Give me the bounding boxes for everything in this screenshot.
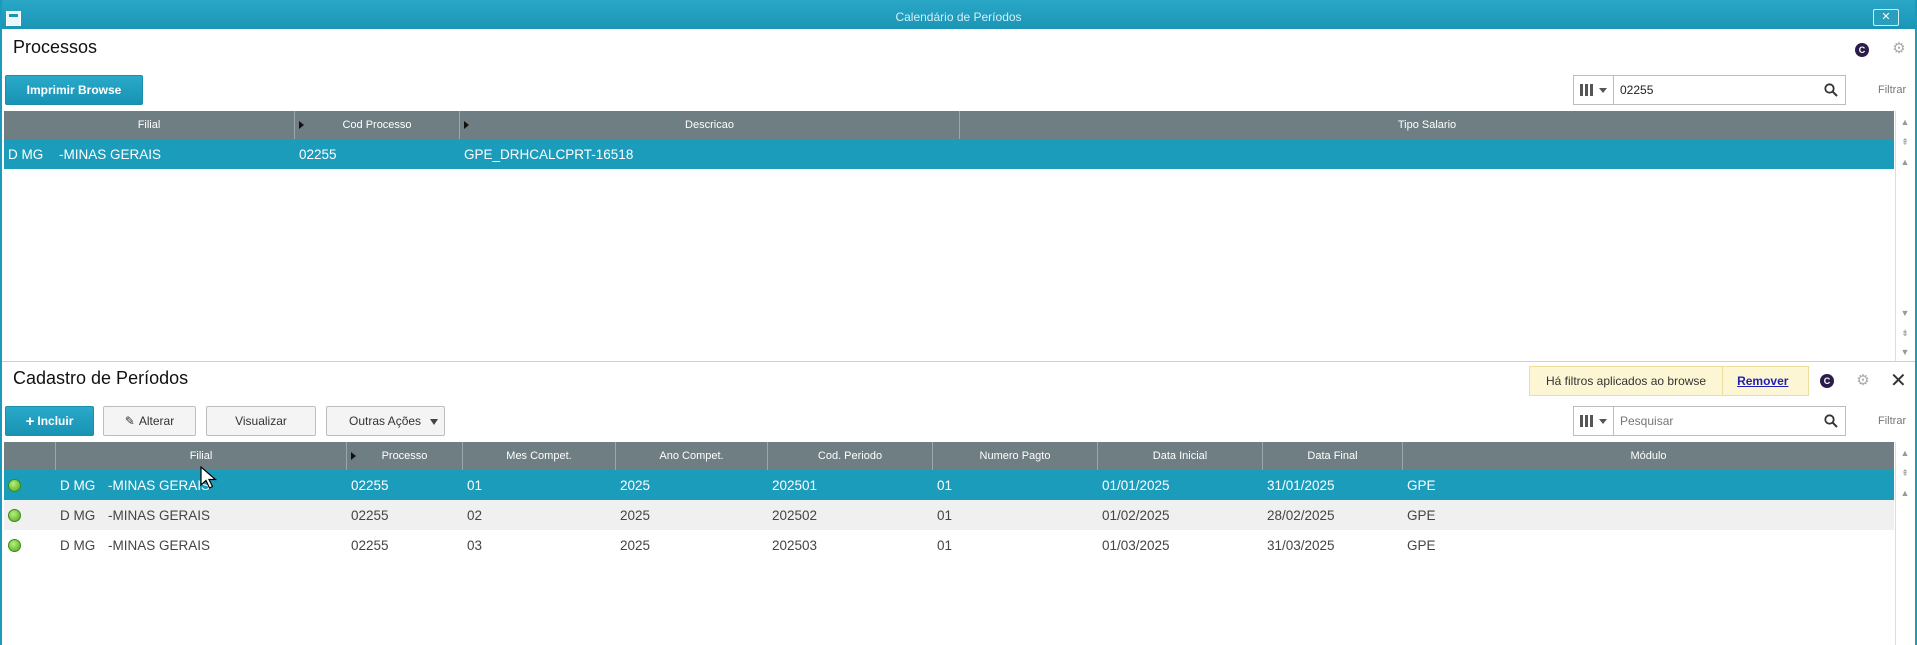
gear-icon[interactable]: ⚙ bbox=[1891, 41, 1907, 57]
col-data-final[interactable]: Data Final bbox=[1263, 442, 1403, 470]
col-tipo-salario[interactable]: Tipo Salario bbox=[960, 111, 1894, 139]
visualizar-button[interactable]: Visualizar bbox=[206, 406, 316, 436]
status-green-icon bbox=[8, 478, 21, 492]
incluir-button[interactable]: + Incluir bbox=[5, 406, 94, 436]
col-ano-compet[interactable]: Ano Compet. bbox=[616, 442, 768, 470]
processos-filtrar-link[interactable]: Filtrar bbox=[1878, 84, 1906, 96]
table-row[interactable]: D MG -MINAS GERAIS 02255 02 2025 202502 … bbox=[4, 500, 1894, 530]
col-filial[interactable]: Filial bbox=[4, 111, 295, 139]
scroll-top-icon[interactable]: ▲ bbox=[1896, 444, 1914, 462]
periodos-filtrar-link[interactable]: Filtrar bbox=[1878, 415, 1906, 427]
scroll-page-up-icon[interactable]: ⇞ bbox=[1896, 464, 1914, 482]
processos-scrollbar[interactable]: ▲ ⇞ ▲ ▼ ⇟ ▼ bbox=[1895, 111, 1913, 361]
periodos-search-input[interactable] bbox=[1614, 408, 1817, 434]
col-descricao[interactable]: Descricao bbox=[460, 111, 960, 139]
periodos-search bbox=[1573, 406, 1846, 436]
c-icon[interactable]: C bbox=[1855, 43, 1869, 57]
remover-link[interactable]: Remover bbox=[1722, 367, 1802, 395]
pencil-icon: ✎ bbox=[124, 414, 135, 428]
window-title: Calendário de Períodos bbox=[895, 10, 1022, 24]
mouse-cursor-icon bbox=[200, 466, 218, 489]
col-cod-processo[interactable]: Cod Processo bbox=[295, 111, 460, 139]
col-cod-periodo[interactable]: Cod. Periodo bbox=[768, 442, 933, 470]
table-row[interactable]: D MG -MINAS GERAIS 02255 01 2025 202501 … bbox=[4, 470, 1894, 500]
close-icon[interactable]: ✕ bbox=[1890, 371, 1907, 391]
scroll-page-up-icon[interactable]: ⇞ bbox=[1896, 133, 1914, 151]
scroll-up-icon[interactable]: ▲ bbox=[1896, 484, 1914, 502]
scroll-up-icon[interactable]: ▲ bbox=[1896, 153, 1914, 171]
columns-selector-icon[interactable] bbox=[1574, 76, 1614, 104]
scroll-down-icon[interactable]: ▼ bbox=[1896, 304, 1914, 322]
periodos-grid-header: Filial Processo Mes Compet. Ano Compet. … bbox=[4, 442, 1894, 470]
scroll-page-down-icon[interactable]: ⇟ bbox=[1896, 324, 1914, 342]
search-icon[interactable] bbox=[1817, 407, 1845, 435]
status-green-icon bbox=[8, 508, 21, 522]
col-status[interactable] bbox=[4, 442, 56, 470]
processos-grid-header: Filial Cod Processo Descricao Tipo Salar… bbox=[4, 111, 1894, 139]
table-row[interactable]: D MG -MINAS GERAIS 02255 GPE_DRHCALCPRT-… bbox=[4, 139, 1894, 169]
status-green-icon bbox=[8, 538, 21, 552]
plus-icon: + bbox=[25, 412, 35, 430]
table-row[interactable]: D MG -MINAS GERAIS 02255 03 2025 202503 … bbox=[4, 530, 1894, 560]
scroll-bottom-icon[interactable]: ▼ bbox=[1896, 343, 1914, 361]
outras-acoes-button[interactable]: Outras Ações bbox=[326, 406, 445, 436]
search-icon[interactable] bbox=[1817, 76, 1845, 104]
gear-icon[interactable]: ⚙ bbox=[1855, 373, 1871, 389]
processos-search-input[interactable] bbox=[1614, 77, 1817, 103]
periodos-grid: Filial Processo Mes Compet. Ano Compet. … bbox=[4, 442, 1894, 645]
app-window: Calendário de Períodos ✕ Processos C ⚙ I… bbox=[0, 0, 1917, 645]
imprimir-browse-button[interactable]: Imprimir Browse bbox=[5, 75, 143, 105]
alterar-button[interactable]: ✎ Alterar bbox=[103, 406, 196, 436]
filter-banner: Há filtros aplicados ao browse Remover bbox=[1529, 366, 1809, 396]
chevron-down-icon bbox=[430, 419, 438, 425]
col-modulo[interactable]: Módulo bbox=[1403, 442, 1894, 470]
periodos-title: Cadastro de Períodos bbox=[13, 368, 189, 388]
col-numero-pagto[interactable]: Numero Pagto bbox=[933, 442, 1098, 470]
title-bar: Calendário de Períodos ✕ bbox=[2, 0, 1915, 29]
periodos-scrollbar[interactable]: ▲ ⇞ ▲ bbox=[1895, 442, 1913, 645]
c-icon[interactable]: C bbox=[1820, 374, 1834, 388]
col-processo[interactable]: Processo bbox=[347, 442, 463, 470]
processos-search bbox=[1573, 75, 1846, 105]
processos-title: Processos bbox=[13, 37, 98, 57]
scroll-top-icon[interactable]: ▲ bbox=[1896, 113, 1914, 131]
columns-selector-icon[interactable] bbox=[1574, 407, 1614, 435]
processos-grid: Filial Cod Processo Descricao Tipo Salar… bbox=[4, 111, 1894, 361]
col-data-inicial[interactable]: Data Inicial bbox=[1098, 442, 1263, 470]
window-close-button[interactable]: ✕ bbox=[1873, 9, 1899, 26]
filter-banner-message: Há filtros aplicados ao browse bbox=[1546, 374, 1707, 388]
col-mes-compet[interactable]: Mes Compet. bbox=[463, 442, 616, 470]
section-divider[interactable] bbox=[2, 361, 1915, 362]
